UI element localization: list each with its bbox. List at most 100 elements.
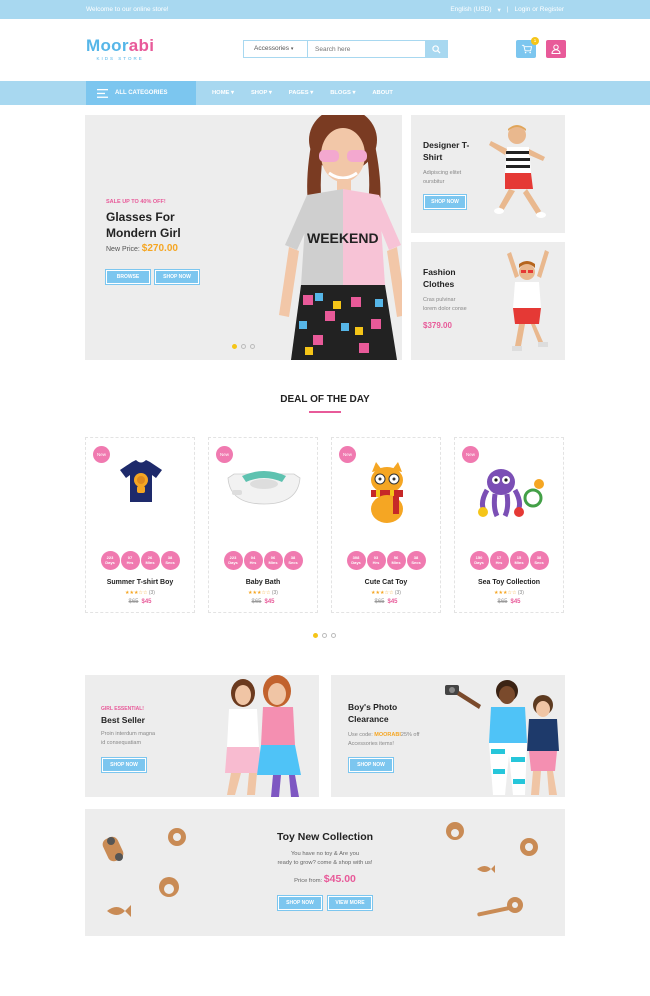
main-nav: ALL CATEGORIES HOME ▾ SHOP ▾ PAGES ▾ BLO… bbox=[0, 81, 650, 105]
banner-title: Best Seller bbox=[101, 715, 145, 725]
product-rating: ★★★☆☆ (3) bbox=[125, 590, 155, 596]
countdown-minutes: 56 Mins bbox=[386, 551, 406, 570]
search-category-select[interactable]: Accessories ▾ bbox=[244, 41, 308, 57]
nav-item-pages[interactable]: PAGES ▾ bbox=[289, 90, 313, 96]
best-seller-banner: GIRL ESSENTIAL! Best Seller Proin interd… bbox=[85, 675, 319, 797]
product-name[interactable]: Summer T-shirt Boy bbox=[86, 579, 194, 586]
best-seller-shop-now-button[interactable]: SHOP NOW bbox=[102, 758, 146, 772]
all-categories-button[interactable]: ALL CATEGORIES bbox=[86, 81, 196, 105]
new-badge: New bbox=[339, 446, 356, 463]
hero-tag: SALE UP TO 40% OFF! bbox=[106, 199, 166, 205]
side-shop-now-button[interactable]: SHOP NOW bbox=[424, 195, 466, 209]
hero-title: Glasses For Mondern Girl bbox=[106, 210, 181, 240]
menu-icon bbox=[97, 88, 108, 98]
side-banner-title: Designer T- Shirt bbox=[423, 140, 470, 163]
new-badge: New bbox=[462, 446, 479, 463]
girls-image bbox=[225, 675, 301, 797]
cart-count-badge: 1 bbox=[531, 37, 539, 45]
shirt-print: WEEKEND bbox=[307, 230, 379, 246]
countdown-seconds: 38 Secs bbox=[283, 551, 303, 570]
toy-collection-desc: You have no toy & Are you ready to grow? … bbox=[277, 851, 373, 867]
search-bar: Accessories ▾ bbox=[243, 40, 448, 58]
side-banner-desc: Cras pulvinar lorem dolor conse bbox=[423, 297, 467, 312]
browse-button[interactable]: BROWSE bbox=[106, 270, 150, 284]
deal-of-the-day-heading: DEAL OF THE DAY bbox=[280, 394, 370, 405]
product-rating: ★★★☆☆ (3) bbox=[494, 590, 524, 596]
countdown-hours: 07 Hrs bbox=[120, 551, 140, 570]
product-card[interactable]: New 223 Days 07 Hrs 26 Mins 38 Secs Summer T… bbox=[85, 437, 195, 613]
boys-photo-clearance-banner: Boy's Photo Clearance Use code: MOORABI25… bbox=[331, 675, 565, 797]
slider-dot[interactable] bbox=[250, 344, 255, 349]
cart-button[interactable]: 1 bbox=[516, 37, 539, 58]
carousel-dot[interactable] bbox=[313, 633, 318, 638]
account-button[interactable] bbox=[546, 40, 566, 58]
product-price: $65 $45 bbox=[374, 599, 398, 605]
product-card[interactable]: New 308 Days 03 Hrs 56 Mins 38 Secs Cute Cat… bbox=[331, 437, 441, 613]
nav-item-about[interactable]: ABOUT bbox=[372, 90, 393, 96]
chevron-down-icon: ▾ bbox=[497, 7, 501, 14]
product-name[interactable]: Cute Cat Toy bbox=[332, 579, 440, 586]
hero-slider: WEEKEND SALE UP TO 40% OFF! Glasses For M… bbox=[85, 115, 402, 360]
divider: | bbox=[506, 6, 509, 13]
banner-desc: Use code: MOORABI25% off Accessories ite… bbox=[348, 732, 420, 747]
product-name[interactable]: Baby Bath bbox=[209, 579, 317, 586]
countdown-days: 223 Days bbox=[100, 551, 120, 570]
search-button[interactable] bbox=[425, 41, 447, 57]
side-banner-desc: Adipiscing elitet oursbitur bbox=[423, 170, 462, 185]
toy-collection-price: Price from: $45.00 bbox=[294, 873, 356, 885]
countdown-minutes: 15 Mins bbox=[509, 551, 529, 570]
product-price: $65 $45 bbox=[128, 599, 152, 605]
top-bar: Welcome to our online store! English (US… bbox=[0, 0, 650, 19]
product-card[interactable]: New 223 Days 04 Hrs 06 Mins 38 Secs Baby Bat… bbox=[208, 437, 318, 613]
logo-tagline: KIDS STORE bbox=[96, 56, 144, 61]
carousel-dot[interactable] bbox=[331, 633, 336, 638]
countdown-days: 308 Days bbox=[346, 551, 366, 570]
countdown-days: 150 Days bbox=[469, 551, 489, 570]
side-banner-designer-tshirt: Designer T- Shirt Adipiscing elitet oursbi… bbox=[411, 115, 565, 233]
search-icon bbox=[431, 44, 441, 54]
boys-shop-now-button[interactable]: SHOP NOW bbox=[349, 758, 393, 772]
product-name[interactable]: Sea Toy Collection bbox=[455, 579, 563, 586]
cart-icon bbox=[521, 44, 532, 54]
banner-desc: Proin interdum magna id consequatiam bbox=[101, 731, 156, 746]
toy-collection-banner: Toy New Collection You have no toy & Are… bbox=[85, 809, 565, 936]
side-banner-title: Fashion Clothes bbox=[423, 267, 456, 290]
slider-dot[interactable] bbox=[232, 344, 237, 349]
countdown-days: 223 Days bbox=[223, 551, 243, 570]
user-icon bbox=[551, 44, 561, 54]
welcome-text: Welcome to our online store! bbox=[86, 6, 169, 13]
side-banner-fashion-clothes: Fashion Clothes Cras pulvinar lorem dolor … bbox=[411, 242, 565, 360]
nav-item-shop[interactable]: SHOP ▾ bbox=[251, 90, 272, 96]
hero-shop-now-button[interactable]: SHOP NOW bbox=[155, 270, 199, 284]
product-card[interactable]: New 150 Days 17 Hrs 15 Mins 38 Secs Sea Toy … bbox=[454, 437, 564, 613]
countdown-hours: 03 Hrs bbox=[366, 551, 386, 570]
slider-dot[interactable] bbox=[241, 344, 246, 349]
countdown-seconds: 38 Secs bbox=[529, 551, 549, 570]
new-badge: New bbox=[93, 446, 110, 463]
countdown-hours: 17 Hrs bbox=[489, 551, 509, 570]
countdown-seconds: 38 Secs bbox=[406, 551, 426, 570]
view-more-button[interactable]: VIEW MORE bbox=[328, 896, 372, 910]
boy-jumping-image bbox=[489, 125, 546, 218]
countdown-seconds: 38 Secs bbox=[160, 551, 180, 570]
nav-item-home[interactable]: HOME ▾ bbox=[212, 90, 234, 96]
search-input[interactable] bbox=[308, 41, 425, 57]
nav-item-blogs[interactable]: BLOGS ▾ bbox=[330, 90, 355, 96]
logo-name: Moorabi bbox=[86, 36, 155, 55]
logo[interactable]: Moorabi KIDS STORE bbox=[86, 36, 154, 61]
countdown-minutes: 06 Mins bbox=[263, 551, 283, 570]
heading-underline bbox=[309, 411, 341, 413]
language-selector[interactable]: English (USD) bbox=[450, 6, 491, 14]
countdown-timer: 223 Days 04 Hrs 06 Mins 38 Secs bbox=[209, 551, 317, 570]
login-link[interactable]: Login or Register bbox=[515, 6, 565, 14]
product-image-sea-toy bbox=[478, 469, 544, 518]
girl-jumping-image bbox=[507, 250, 549, 351]
toy-collection-title: Toy New Collection bbox=[276, 831, 374, 843]
products-carousel-dots bbox=[313, 633, 336, 638]
product-rating: ★★★☆☆ (3) bbox=[371, 590, 401, 596]
product-price: $65 $45 bbox=[497, 599, 521, 605]
toy-shop-now-button[interactable]: SHOP NOW bbox=[278, 896, 322, 910]
boys-image bbox=[445, 680, 559, 795]
hero-slider-dots bbox=[232, 344, 255, 349]
carousel-dot[interactable] bbox=[322, 633, 327, 638]
